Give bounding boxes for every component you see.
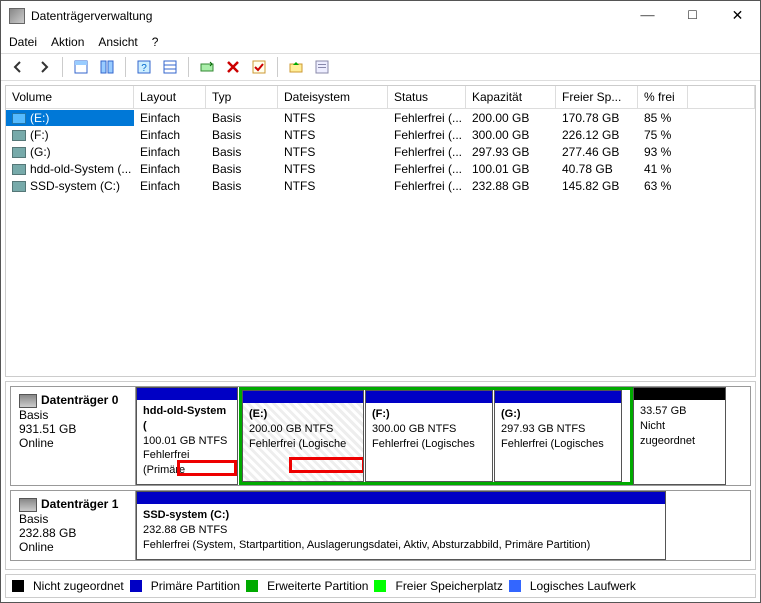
- toolbar: ?: [1, 53, 760, 81]
- col-status[interactable]: Status: [388, 86, 466, 108]
- swatch-extended: [246, 580, 258, 592]
- legend-primary: Primäre Partition: [151, 579, 240, 593]
- volume-list-header: Volume Layout Typ Dateisystem Status Kap…: [6, 86, 755, 109]
- partition[interactable]: (G:)297.93 GB NTFSFehlerfrei (Logisches: [494, 390, 622, 482]
- volume-row[interactable]: SSD-system (C:)EinfachBasisNTFSFehlerfre…: [6, 177, 755, 194]
- refresh-icon[interactable]: [196, 56, 218, 78]
- col-fs[interactable]: Dateisystem: [278, 86, 388, 108]
- volume-row[interactable]: hdd-old-System (...EinfachBasisNTFSFehle…: [6, 160, 755, 177]
- disk-row: Datenträger 0Basis931.51 GBOnlinehdd-old…: [10, 386, 751, 486]
- partition[interactable]: (F:)300.00 GB NTFSFehlerfrei (Logisches: [365, 390, 493, 482]
- swatch-unallocated: [12, 580, 24, 592]
- help-icon[interactable]: ?: [133, 56, 155, 78]
- drive-icon: [12, 147, 26, 158]
- drive-icon: [12, 130, 26, 141]
- window-title: Datenträgerverwaltung: [31, 9, 625, 23]
- volume-row[interactable]: (F:)EinfachBasisNTFSFehlerfrei (...300.0…: [6, 126, 755, 143]
- legend-unallocated: Nicht zugeordnet: [33, 579, 124, 593]
- col-spacer: [688, 86, 755, 108]
- col-type[interactable]: Typ: [206, 86, 278, 108]
- disk-row: Datenträger 1Basis232.88 GBOnlineSSD-sys…: [10, 490, 751, 561]
- folder-up-icon[interactable]: [285, 56, 307, 78]
- col-pct[interactable]: % frei: [638, 86, 688, 108]
- swatch-free: [374, 580, 386, 592]
- disk-map: hdd-old-System (100.01 GB NTFSFehlerfrei…: [136, 387, 750, 485]
- legend-logical: Logisches Laufwerk: [530, 579, 636, 593]
- swatch-primary: [130, 580, 142, 592]
- back-button[interactable]: [7, 56, 29, 78]
- partition[interactable]: (E:)200.00 GB NTFSFehlerfrei (Logische: [242, 390, 364, 482]
- volume-row[interactable]: (E:)EinfachBasisNTFSFehlerfrei (...200.0…: [6, 109, 755, 126]
- forward-button[interactable]: [33, 56, 55, 78]
- partition[interactable]: SSD-system (C:)232.88 GB NTFSFehlerfrei …: [136, 491, 666, 560]
- check-icon[interactable]: [248, 56, 270, 78]
- volume-rows[interactable]: (E:)EinfachBasisNTFSFehlerfrei (...200.0…: [6, 109, 755, 376]
- menu-view[interactable]: Ansicht: [98, 35, 137, 49]
- menu-action[interactable]: Aktion: [51, 35, 84, 49]
- legend-free: Freier Speicherplatz: [395, 579, 502, 593]
- svg-text:?: ?: [141, 63, 147, 74]
- legend: Nicht zugeordnet Primäre Partition Erwei…: [5, 574, 756, 598]
- window: Datenträgerverwaltung — □ ✕ Datei Aktion…: [0, 0, 761, 603]
- legend-extended: Erweiterte Partition: [267, 579, 368, 593]
- menu-help[interactable]: ?: [152, 35, 159, 49]
- partition[interactable]: hdd-old-System (100.01 GB NTFSFehlerfrei…: [136, 387, 238, 485]
- partition[interactable]: 33.57 GBNicht zugeordnet: [633, 387, 726, 485]
- col-volume[interactable]: Volume: [6, 86, 134, 108]
- col-layout[interactable]: Layout: [134, 86, 206, 108]
- drive-icon: [12, 164, 26, 175]
- volume-list: Volume Layout Typ Dateisystem Status Kap…: [5, 85, 756, 377]
- swatch-logical: [509, 580, 521, 592]
- disk-icon: [19, 498, 37, 512]
- volume-row[interactable]: (G:)EinfachBasisNTFSFehlerfrei (...297.9…: [6, 143, 755, 160]
- disk-map: SSD-system (C:)232.88 GB NTFSFehlerfrei …: [136, 491, 750, 560]
- app-icon: [9, 8, 25, 24]
- disk-map-panel: Datenträger 0Basis931.51 GBOnlinehdd-old…: [5, 381, 756, 570]
- properties-icon[interactable]: [311, 56, 333, 78]
- menu-file[interactable]: Datei: [9, 35, 37, 49]
- close-button[interactable]: ✕: [715, 2, 760, 30]
- disk-icon: [19, 394, 37, 408]
- disk-label[interactable]: Datenträger 0Basis931.51 GBOnline: [11, 387, 136, 485]
- col-free[interactable]: Freier Sp...: [556, 86, 638, 108]
- toolbar-list-icon[interactable]: [159, 56, 181, 78]
- drive-icon: [12, 113, 26, 124]
- toolbar-layout-icon[interactable]: [96, 56, 118, 78]
- maximize-button[interactable]: □: [670, 2, 715, 30]
- minimize-button[interactable]: —: [625, 2, 670, 30]
- drive-icon: [12, 181, 26, 192]
- disk-label[interactable]: Datenträger 1Basis232.88 GBOnline: [11, 491, 136, 560]
- highlight-box: [289, 457, 364, 473]
- highlight-box: [177, 460, 237, 476]
- delete-icon[interactable]: [222, 56, 244, 78]
- titlebar: Datenträgerverwaltung — □ ✕: [1, 1, 760, 31]
- col-capacity[interactable]: Kapazität: [466, 86, 556, 108]
- extended-partition-group: (E:)200.00 GB NTFSFehlerfrei (Logische(F…: [239, 387, 633, 485]
- toolbar-view-icon[interactable]: [70, 56, 92, 78]
- menubar: Datei Aktion Ansicht ?: [1, 31, 760, 53]
